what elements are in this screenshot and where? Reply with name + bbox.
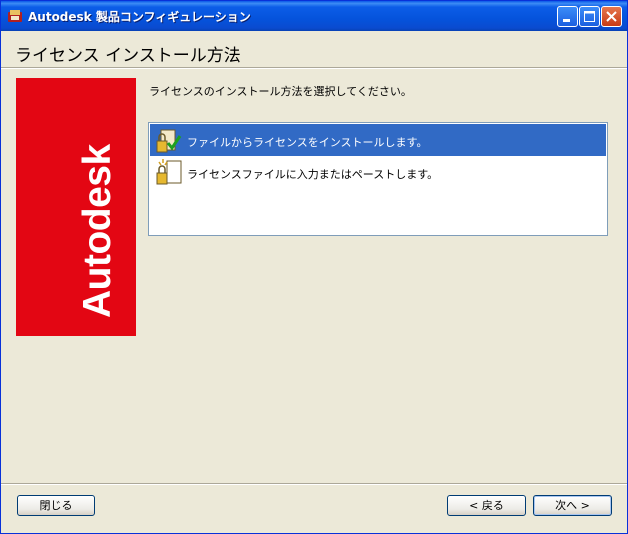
close-button[interactable]: 閉じる: [17, 495, 95, 516]
install-method-list[interactable]: ファイルからライセンスをインストールします。 ライセンスファイルに入力またはペー…: [148, 122, 608, 236]
license-paste-icon: [156, 159, 182, 185]
header-divider: [1, 67, 627, 69]
minimize-button[interactable]: [557, 6, 578, 27]
close-window-button[interactable]: [601, 6, 622, 27]
next-button[interactable]: 次へ >: [533, 495, 612, 516]
close-icon: [606, 11, 617, 22]
instruction-text: ライセンスのインストール方法を選択してください。: [149, 85, 412, 98]
option-label: ライセンスファイルに入力またはペーストします。: [187, 168, 439, 181]
autodesk-app-icon: [8, 10, 22, 22]
configuration-window: Autodesk 製品コンフィギュレーション ライセンス インストール方法 Au…: [0, 0, 628, 534]
maximize-icon: [584, 11, 595, 22]
page-title: ライセンス インストール方法: [15, 46, 241, 66]
footer-divider: [1, 483, 627, 485]
minimize-icon: [563, 19, 570, 22]
license-file-check-icon: [156, 129, 182, 153]
maximize-button[interactable]: [579, 6, 600, 27]
window-title: Autodesk 製品コンフィギュレーション: [28, 10, 251, 24]
autodesk-logo-text: Autodesk: [76, 144, 119, 318]
option-install-from-file[interactable]: ファイルからライセンスをインストールします。: [150, 124, 606, 156]
option-label: ファイルからライセンスをインストールします。: [187, 136, 428, 149]
title-bar[interactable]: Autodesk 製品コンフィギュレーション: [1, 1, 627, 31]
back-button[interactable]: < 戻る: [447, 495, 526, 516]
option-enter-or-paste[interactable]: ライセンスファイルに入力またはペーストします。: [150, 156, 606, 188]
autodesk-logo-panel: Autodesk: [16, 78, 136, 336]
